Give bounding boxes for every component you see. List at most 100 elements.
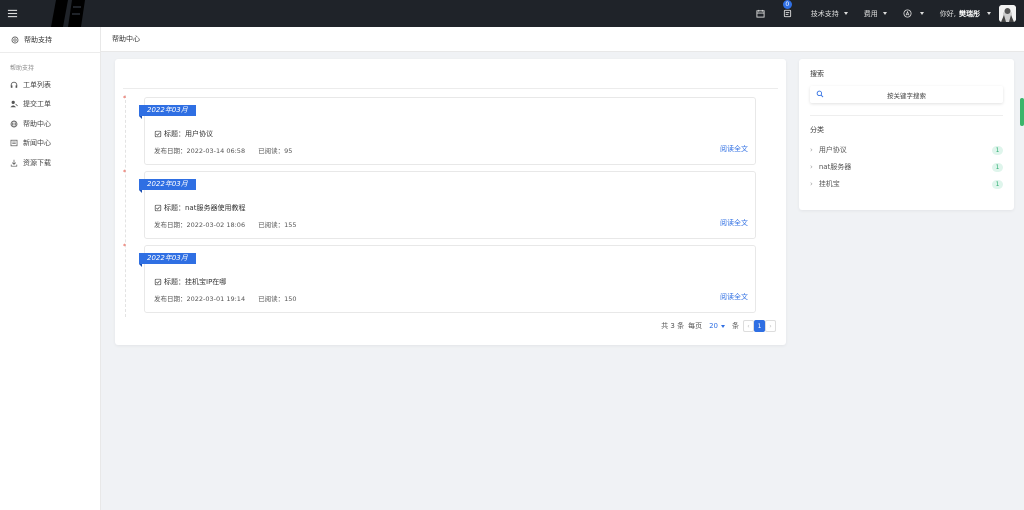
download-icon [10, 159, 18, 167]
top-navbar: 0 技术支持 费用 你好, 樊瑞彤 [0, 0, 1024, 27]
news-icon [10, 139, 18, 147]
read-count: 已阅读：155 [258, 221, 297, 229]
checklist-icon [154, 130, 162, 138]
sidebar-item-label: 工单列表 [23, 80, 51, 89]
article-title[interactable]: 标题：用户协议 [154, 129, 213, 139]
search-button-label: 按关键字搜索 [887, 92, 926, 100]
category-count-badge: 1 [992, 179, 1003, 189]
per-page-unit: 条 [732, 322, 739, 330]
user-menu[interactable]: 你好, 樊瑞彤 [940, 9, 991, 19]
sidebar: 帮助支持 帮助支持 工单列表 提交工单 帮助中心 新闻中心 资源下载 [0, 27, 101, 510]
article-list-panel: * * * 2022年03月 标题：用户协议 发布日期：2022-03-14 0… [115, 59, 786, 345]
user-edit-icon [10, 100, 18, 108]
category-name: 挂机宝 [818, 180, 840, 188]
chevron-down-icon [987, 12, 991, 15]
read-more-link[interactable]: 阅读全文 [720, 292, 748, 302]
category-name: nat服务器 [818, 163, 852, 171]
sidebar-item-help-center[interactable]: 帮助中心 [0, 114, 100, 134]
floating-scroll-indicator[interactable] [1020, 98, 1024, 126]
chevron-right-icon: › [810, 146, 813, 154]
language-menu[interactable] [903, 9, 924, 18]
category-item[interactable]: › 挂机宝 1 [810, 178, 1003, 190]
article-meta: 发布日期：2022-03-14 06:58 已阅读：95 [154, 145, 292, 155]
sidebar-item-downloads[interactable]: 资源下载 [0, 153, 100, 173]
page-size-value: 20 [709, 322, 718, 330]
month-tag: 2022年03月 [139, 179, 196, 193]
billing-label: 费用 [863, 9, 878, 18]
greeting-text: 你好, [939, 9, 956, 18]
page-button-1[interactable]: 1 [754, 320, 765, 332]
sidebar-header[interactable]: 帮助支持 [0, 27, 100, 53]
keyword-search-button[interactable]: 按关键字搜索 [810, 86, 1003, 103]
search-title: 搜索 [810, 70, 824, 78]
sidebar-title: 帮助支持 [24, 35, 52, 44]
read-more-link[interactable]: 阅读全文 [720, 218, 748, 228]
category-count-badge: 1 [992, 145, 1003, 155]
category-title: 分类 [810, 126, 824, 134]
per-page-label: 每页 [688, 322, 703, 330]
username: 樊瑞彤 [959, 9, 980, 18]
month-tag: 2022年03月 [139, 253, 196, 267]
read-count: 已阅读：95 [258, 147, 293, 155]
category-item[interactable]: › 用户协议 1 [810, 144, 1003, 156]
notification-icon[interactable]: 0 [781, 0, 795, 21]
article-card: 2022年03月 标题：挂机宝IP在哪 发布日期：2022-03-01 19:1… [139, 245, 756, 313]
notification-badge: 0 [782, 0, 792, 9]
article-title[interactable]: 标题：nat服务器使用教程 [154, 203, 245, 213]
pagination: 共 3 条 每页 20 条 ‹ 1 › [661, 320, 776, 332]
category-count-badge: 1 [992, 162, 1003, 172]
billing-menu[interactable]: 费用 [864, 9, 887, 19]
search-panel: 搜索 按关键字搜索 分类 › 用户协议 1 › nat服务器 1 › 挂机宝 1 [799, 59, 1014, 210]
timeline-line [125, 95, 126, 317]
calendar-icon[interactable] [754, 7, 768, 21]
language-icon [903, 9, 912, 18]
divider [810, 115, 1003, 116]
publish-date: 发布日期：2022-03-01 19:14 [154, 295, 246, 303]
sidebar-item-label: 帮助中心 [23, 119, 51, 128]
breadcrumb-current: 帮助中心 [112, 35, 140, 43]
breadcrumb: 帮助中心 [101, 27, 1024, 52]
chevron-down-icon [919, 12, 924, 15]
sidebar-item-label: 提交工单 [23, 100, 51, 109]
sidebar-item-ticket-list[interactable]: 工单列表 [0, 75, 100, 95]
category-name: 用户协议 [818, 146, 847, 154]
avatar[interactable] [999, 5, 1016, 22]
chevron-down-icon [882, 12, 887, 15]
sidebar-item-submit-ticket[interactable]: 提交工单 [0, 95, 100, 115]
article-meta: 发布日期：2022-03-02 18:06 已阅读：155 [154, 219, 297, 229]
publish-date: 发布日期：2022-03-14 06:58 [154, 147, 246, 155]
tech-support-menu[interactable]: 技术支持 [811, 9, 848, 19]
headset-icon [10, 81, 18, 89]
month-tag: 2022年03月 [139, 105, 196, 119]
article-title-text: 标题：挂机宝IP在哪 [164, 278, 227, 286]
globe-icon [10, 120, 18, 128]
timeline-marker: * [123, 95, 126, 102]
logo[interactable] [50, 0, 86, 27]
read-count: 已阅读：150 [258, 295, 297, 303]
chevron-down-icon [721, 324, 725, 328]
chevron-right-icon: › [810, 180, 813, 188]
support-icon [11, 36, 19, 44]
sidebar-item-news-center[interactable]: 新闻中心 [0, 134, 100, 154]
article-card: 2022年03月 标题：用户协议 发布日期：2022-03-14 06:58 已阅… [139, 97, 756, 165]
divider [123, 88, 778, 89]
sidebar-item-label: 资源下载 [23, 158, 51, 167]
read-more-link[interactable]: 阅读全文 [720, 144, 748, 154]
page-size-select[interactable]: 20 [706, 322, 728, 330]
prev-page-button[interactable]: ‹ [743, 320, 754, 332]
article-title-text: 标题：用户协议 [164, 130, 213, 138]
publish-date: 发布日期：2022-03-02 18:06 [154, 221, 246, 229]
chevron-down-icon [843, 12, 848, 15]
article-title-text: 标题：nat服务器使用教程 [164, 204, 246, 212]
article-title[interactable]: 标题：挂机宝IP在哪 [154, 277, 226, 287]
chevron-right-icon: › [810, 163, 813, 171]
timeline-marker: * [123, 243, 126, 250]
checklist-icon [154, 204, 162, 212]
sidebar-group-label: 帮助支持 [10, 65, 35, 72]
tech-support-label: 技术支持 [810, 9, 839, 18]
sidebar-item-label: 新闻中心 [23, 139, 51, 148]
next-page-button[interactable]: › [765, 320, 776, 332]
category-item[interactable]: › nat服务器 1 [810, 161, 1003, 173]
checklist-icon [154, 278, 162, 286]
menu-toggle-icon[interactable] [0, 0, 24, 27]
